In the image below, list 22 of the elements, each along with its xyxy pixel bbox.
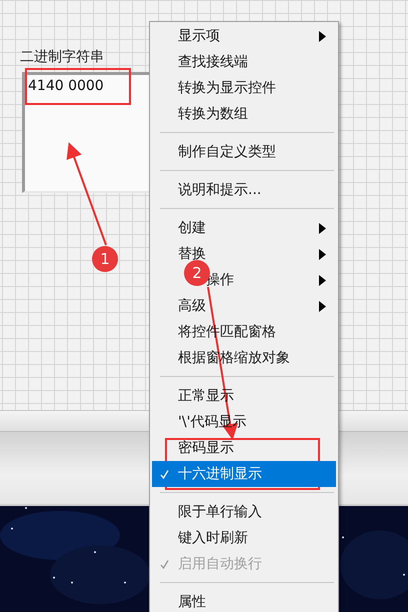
menu-item[interactable]: 属性 [152,589,336,612]
submenu-arrow-icon [319,275,326,286]
menu-item[interactable]: 创建 [152,215,336,241]
menu-item[interactable]: 转换为数组 [152,101,336,127]
menu-item[interactable]: 密码显示 [152,435,336,461]
check-icon [160,560,169,569]
control-value: 4140 0000 [28,78,104,94]
menu-item[interactable]: 转换为显示控件 [152,75,336,101]
submenu-arrow-icon [319,249,326,260]
menu-item[interactable]: 查找接线端 [152,49,336,75]
menu-item[interactable]: 键入时刷新 [152,525,336,551]
menu-item[interactable]: 说明和提示... [152,177,336,203]
menu-item[interactable]: 显示项 [152,23,336,49]
submenu-arrow-icon [319,223,326,234]
check-icon [160,470,169,479]
menu-item[interactable]: 制作自定义类型 [152,139,336,165]
menu-item[interactable]: 高级 [152,293,336,319]
submenu-arrow-icon [319,301,326,312]
submenu-arrow-icon [319,31,326,42]
menu-item[interactable]: 限于单行输入 [152,499,336,525]
control-label: 二进制字符串 [20,48,104,66]
menu-item[interactable]: 十六进制显示 [152,461,336,487]
